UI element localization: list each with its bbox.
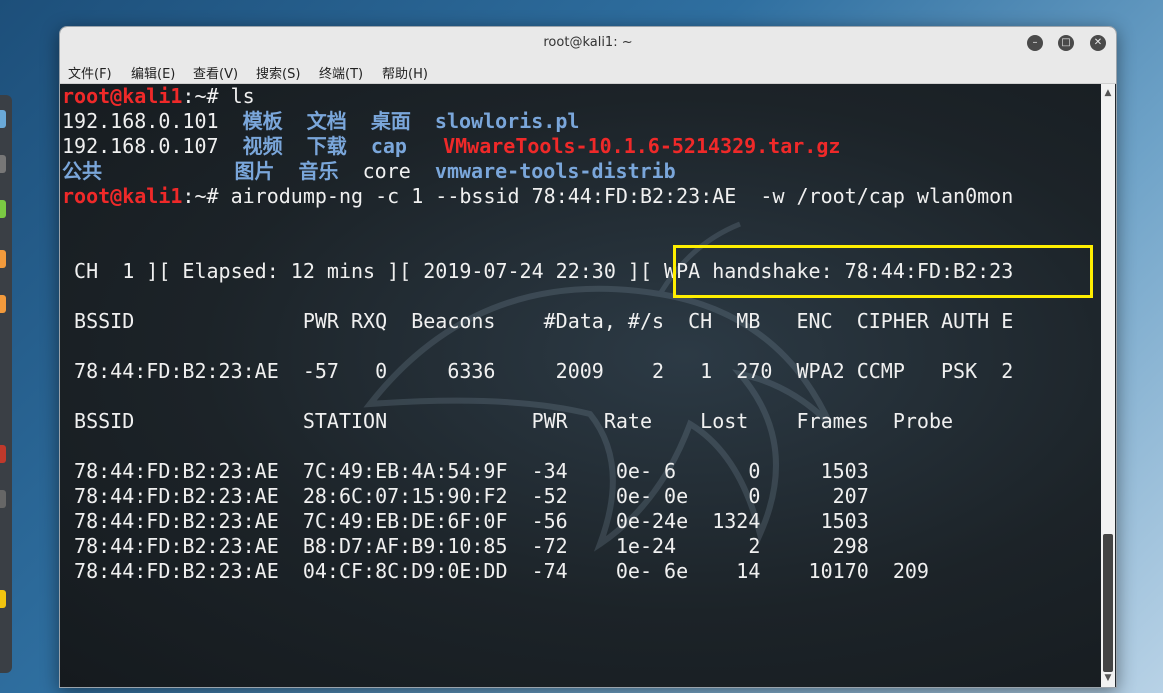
window-title: root@kali1: ~ — [543, 35, 633, 50]
desktop-dock — [0, 95, 12, 673]
ap-table-header: BSSID PWR RXQ Beacons #Data, #/s CH MB E… — [62, 309, 1014, 333]
station-table-row: 78:44:FD:B2:23:AE B8:D7:AF:B9:10:85 -72 … — [62, 534, 869, 558]
prompt-line-2: root@kali1:~# airodump-ng -c 1 --bssid 7… — [62, 184, 1014, 208]
scroll-down-arrow-icon[interactable]: ▼ — [1101, 671, 1115, 685]
menu-help[interactable]: 帮助(H) — [382, 63, 428, 82]
scroll-up-arrow-icon[interactable]: ▲ — [1101, 86, 1115, 100]
menu-edit[interactable]: 编辑(E) — [131, 63, 175, 82]
menu-file[interactable]: 文件(F) — [68, 63, 112, 82]
dock-app-icon[interactable] — [0, 445, 6, 463]
ls-row: 192.168.0.101 模板 文档 桌面 slowloris.pl — [62, 109, 580, 133]
station-table-row: 78:44:FD:B2:23:AE 04:CF:8C:D9:0E:DD -74 … — [62, 559, 929, 583]
dock-app-icon[interactable] — [0, 110, 6, 128]
dock-app-icon[interactable] — [0, 490, 6, 508]
dock-app-icon[interactable] — [0, 295, 6, 313]
menu-bar: 文件(F) 编辑(E) 查看(V) 搜索(S) 终端(T) 帮助(H) — [60, 59, 1116, 84]
close-icon[interactable]: ✕ — [1090, 35, 1106, 51]
scrollbar-thumb[interactable] — [1103, 534, 1113, 672]
ls-row: 公共 图片 音乐 core vmware-tools-distrib — [62, 159, 676, 183]
menu-terminal[interactable]: 终端(T) — [319, 63, 363, 82]
title-bar[interactable]: root@kali1: ~ – □ ✕ — [60, 27, 1116, 59]
prompt-line-1: root@kali1:~# ls — [62, 84, 255, 108]
dock-app-icon[interactable] — [0, 250, 6, 268]
dock-app-icon[interactable] — [0, 200, 6, 218]
terminal-window: root@kali1: ~ – □ ✕ 文件(F) 编辑(E) 查看(V) 搜索… — [59, 26, 1117, 688]
station-table-row: 78:44:FD:B2:23:AE 28:6C:07:15:90:F2 -52 … — [62, 484, 869, 508]
ls-row: 192.168.0.107 视频 下载 cap VMwareTools-10.1… — [62, 134, 841, 158]
menu-search[interactable]: 搜索(S) — [256, 63, 300, 82]
handshake-highlight-box — [673, 245, 1093, 298]
terminal-scrollbar[interactable]: ▲ ▼ — [1101, 84, 1115, 687]
terminal-output[interactable]: root@kali1:~# ls 192.168.0.101 模板 文档 桌面 … — [60, 84, 1101, 687]
ap-table-row: 78:44:FD:B2:23:AE -57 0 6336 2009 2 1 27… — [62, 359, 1014, 383]
dock-app-icon[interactable] — [0, 590, 6, 608]
menu-view[interactable]: 查看(V) — [193, 63, 238, 82]
station-table-row: 78:44:FD:B2:23:AE 7C:49:EB:4A:54:9F -34 … — [62, 459, 869, 483]
station-table-header: BSSID STATION PWR Rate Lost Frames Probe — [62, 409, 954, 433]
minimize-icon[interactable]: – — [1027, 35, 1043, 51]
dock-app-icon[interactable] — [0, 155, 6, 173]
maximize-icon[interactable]: □ — [1058, 35, 1074, 51]
station-table-row: 78:44:FD:B2:23:AE 7C:49:EB:DE:6F:0F -56 … — [62, 509, 869, 533]
